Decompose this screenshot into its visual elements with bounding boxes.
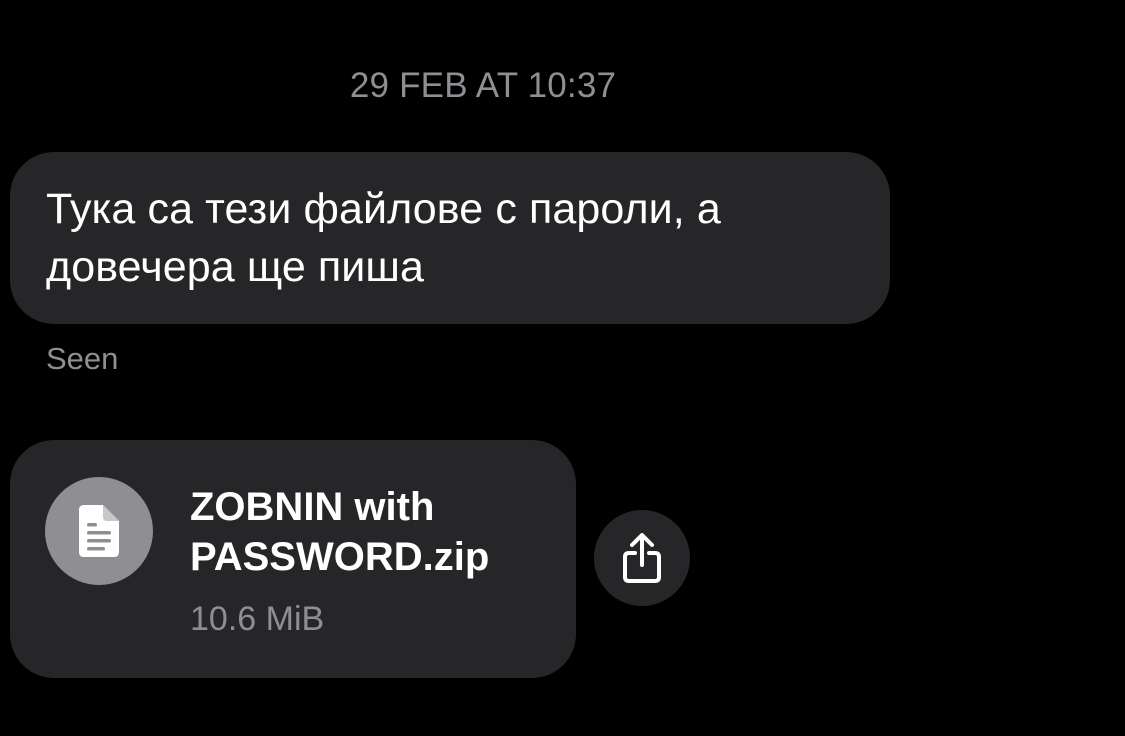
received-text-bubble[interactable]: Тука са тези файлове с пароли, а довечер… — [10, 152, 890, 324]
share-icon — [623, 533, 661, 583]
file-attachment-bubble[interactable]: ZOBNIN with PASSWORD.zip 10.6 MiB — [10, 440, 576, 678]
message-text-line-1: Тука са тези файлове с пароли, а — [46, 185, 721, 233]
message-text-line-2: довечера ще пиша — [46, 243, 425, 291]
file-name: ZOBNIN with PASSWORD.zip — [190, 482, 489, 582]
file-name-line-1: ZOBNIN with — [190, 485, 435, 529]
seen-status: Seen — [46, 341, 119, 376]
file-name-line-2: PASSWORD.zip — [190, 535, 490, 579]
share-button[interactable] — [594, 510, 690, 606]
document-icon — [45, 477, 153, 585]
file-size: 10.6 MiB — [190, 600, 325, 638]
message-timestamp: 29 FEB AT 10:37 — [349, 66, 617, 105]
